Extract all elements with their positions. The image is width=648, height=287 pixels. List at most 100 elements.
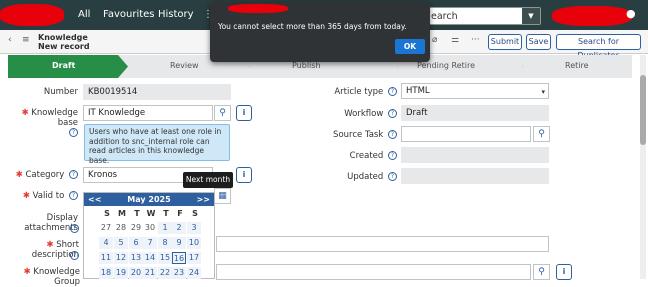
weekday-label: W [146,209,156,218]
category-label: Category [25,170,65,180]
article-type-value: HTML [406,86,430,96]
global-search-input[interactable]: earch ▼ [425,7,541,25]
required-icon: ✱ [22,191,30,201]
weekday-label: T [134,209,140,218]
calendar-day[interactable]: 9 [172,237,186,249]
scrollbar-thumb[interactable] [640,75,646,145]
calendar-day[interactable]: 13 [129,252,143,264]
help-icon[interactable]: ? [388,130,397,139]
article-type-select[interactable]: HTML ▾ [401,83,549,99]
help-icon[interactable]: ? [70,251,79,260]
help-icon[interactable]: ? [69,170,78,179]
calendar-day[interactable]: 3 [187,222,201,234]
knowledge-base-lookup-icon[interactable]: ⚲ [214,105,231,121]
help-icon[interactable]: ? [388,87,397,96]
category-label-row: ✱ Category ? [6,170,78,180]
calendar-day[interactable]: 7 [143,237,157,249]
stage-publish: Publish [292,61,321,70]
calendar-day[interactable]: 12 [114,252,128,264]
submit-button[interactable]: Submit [488,34,522,50]
calendar-day[interactable]: 11 [99,252,113,264]
calendar-day[interactable]: 24 [187,267,201,279]
calendar-day[interactable]: 1 [158,222,172,234]
nav-history[interactable]: History [158,9,194,20]
help-icon[interactable]: ? [388,109,397,118]
weekday-label: S [104,209,110,218]
attachment-icon[interactable]: ⌀ [432,35,437,45]
source-task-field[interactable] [401,126,531,142]
knowledge-group-label: Knowledge Group [33,267,80,287]
calendar-day[interactable]: 6 [129,237,143,249]
calendar-day[interactable]: 16 [172,252,186,264]
calendar-day[interactable]: 5 [114,237,128,249]
search-dropdown-icon[interactable]: ▼ [522,8,540,24]
help-icon[interactable]: ? [70,224,79,233]
created-field [401,147,549,163]
valid-to-label-row: ✱ Valid to ? [6,191,78,201]
calendar-icon[interactable]: ▦ [214,188,231,204]
category-info-icon[interactable]: i [236,167,252,183]
knowledge-group-field[interactable] [216,264,531,280]
settings-sliders-icon[interactable]: ⚌ [451,35,459,45]
weekday-label: S [192,209,198,218]
calendar-day[interactable]: 22 [158,267,172,279]
calendar-day[interactable]: 2 [172,222,186,234]
article-type-label: Article type [334,87,384,97]
calendar-day[interactable]: 29 [129,222,143,234]
stage-divider [513,55,523,78]
calendar-day[interactable]: 14 [143,252,157,264]
short-description-label-row: ✱ Short description [0,240,79,260]
help-icon[interactable]: ? [388,151,397,160]
help-icon[interactable]: ? [388,172,397,181]
weekday-label: M [118,209,126,218]
nav-favourites[interactable]: Favourites [103,9,155,20]
calendar-day[interactable]: 8 [158,237,172,249]
date-picker: << May 2025 >> S M T W T F S 27 28 29 30 1 2 3… [83,192,215,279]
knowledge-base-field[interactable]: IT Knowledge [83,105,213,121]
knowledge-base-info-icon[interactable]: i [236,105,252,121]
help-icon[interactable]: ? [69,191,78,200]
page-scrollbar[interactable] [640,55,646,279]
search-for-duplicates-button[interactable]: Search for Duplicates [556,34,641,60]
calendar-day[interactable]: 23 [172,267,186,279]
next-month-button[interactable]: >> [197,193,210,206]
more-options-icon[interactable]: ··· [471,35,480,45]
calendar-day[interactable]: 20 [129,267,143,279]
calendar-day[interactable]: 15 [158,252,172,264]
save-button[interactable]: Save [526,34,551,50]
help-icon[interactable]: ? [69,128,78,137]
calendar-day[interactable]: 10 [187,237,201,249]
calendar-day[interactable]: 4 [99,237,113,249]
calendar-header: << May 2025 >> [84,193,214,206]
previous-month-button[interactable]: << [88,193,101,206]
required-icon: ✱ [46,240,54,250]
calendar-day[interactable]: 18 [99,267,113,279]
table-name: Knowledge [38,33,88,42]
hamburger-menu-icon[interactable]: ≡ [22,35,30,45]
calendar-day[interactable]: 19 [114,267,128,279]
stage-retire: Retire [565,61,589,70]
workflow-label: Workflow [344,109,384,119]
calendar-day[interactable]: 28 [114,222,128,234]
nav-all[interactable]: All [78,9,90,20]
display-attachments-label: Display attachments [24,213,78,233]
calendar-day[interactable]: 17 [187,252,201,264]
source-task-lookup-icon[interactable]: ⚲ [533,126,550,142]
updated-label: Updated [347,172,384,182]
knowledge-group-lookup-icon[interactable]: ⚲ [533,264,550,280]
ok-button[interactable]: OK [395,39,425,54]
calendar-day[interactable]: 27 [99,222,113,234]
calendar-day[interactable]: 30 [143,222,157,234]
workflow-label-row: Workflow ? [322,109,397,119]
required-icon: ✱ [21,108,29,118]
knowledge-group-info-icon[interactable]: i [556,264,572,280]
weekday-label: T [163,209,169,218]
calendar-day[interactable]: 21 [143,267,157,279]
workflow-field: Draft [401,105,549,121]
calendar-month-label[interactable]: May 2025 [127,195,170,204]
user-avatar-icon[interactable]: ● [626,7,636,20]
alert-message: You cannot select more than 365 days fro… [218,22,407,31]
short-description-field[interactable] [216,236,549,252]
redaction-mark [552,6,632,26]
back-icon[interactable]: ‹ [8,35,12,45]
